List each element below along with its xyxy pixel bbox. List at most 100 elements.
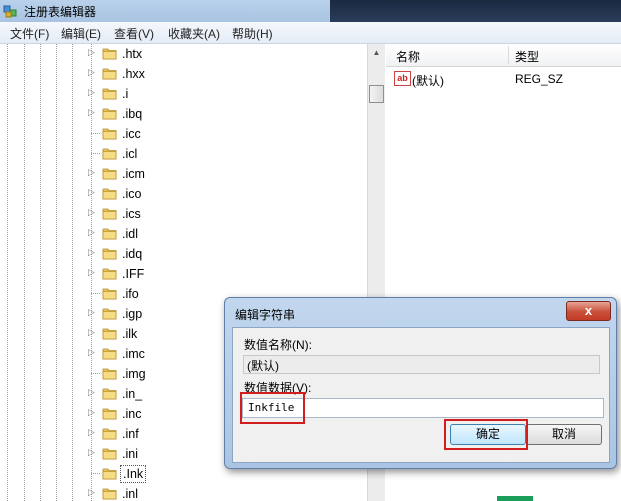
tree-node-label[interactable]: .img <box>122 367 146 381</box>
expand-arrow-icon[interactable]: ▷ <box>88 247 95 258</box>
highlight-box <box>444 419 528 450</box>
tree-node-label[interactable]: .icm <box>122 167 145 181</box>
folder-icon <box>102 468 117 480</box>
value-name-text: (默认) <box>247 359 279 373</box>
tree-node[interactable]: ▷ .icm <box>0 164 360 184</box>
expand-arrow-icon[interactable]: ▷ <box>88 267 95 278</box>
expand-arrow-icon[interactable]: ▷ <box>88 487 95 498</box>
menu-view[interactable]: 查看(V) <box>114 25 154 42</box>
expand-arrow-icon[interactable]: ▷ <box>88 187 95 198</box>
edit-string-dialog: 编辑字符串 x 数值名称(N): (默认) 数值数据(V): Inkfile 确… <box>224 297 617 469</box>
tree-node[interactable]: ▷ .IFF <box>0 264 360 284</box>
folder-icon <box>102 288 117 300</box>
expand-arrow-icon[interactable]: ▷ <box>88 327 95 338</box>
value-name-label: 数值名称(N): <box>244 338 312 352</box>
expand-arrow-icon[interactable]: ▷ <box>88 47 95 58</box>
tree-node[interactable]: ▷ .idq <box>0 244 360 264</box>
column-type-header[interactable]: 类型 <box>515 48 539 65</box>
cancel-button[interactable]: 取消 <box>526 424 602 445</box>
expand-arrow-icon[interactable]: ▷ <box>88 87 95 98</box>
tree-node-label[interactable]: .IFF <box>122 267 144 281</box>
tree-node-label[interactable]: .ico <box>122 187 141 201</box>
tree-node[interactable]: ▷ .inl <box>0 484 360 501</box>
menu-help[interactable]: 帮助(H) <box>232 25 273 42</box>
window-title: 注册表编辑器 <box>24 5 97 19</box>
tree-node-label[interactable]: .idq <box>122 247 142 261</box>
tree-node-label[interactable]: .idl <box>122 227 138 241</box>
tree-node-label[interactable]: .inc <box>122 407 141 421</box>
expand-arrow-icon[interactable]: ▷ <box>88 427 95 438</box>
tree-node[interactable]: ▷ .hxx <box>0 64 360 84</box>
tree-node[interactable]: ▷ .ibq <box>0 104 360 124</box>
tree-node-label[interactable]: .i <box>122 87 128 101</box>
column-name-header[interactable]: 名称 <box>396 48 420 65</box>
tree-node-label[interactable]: .inl <box>122 487 138 501</box>
folder-icon <box>102 148 117 160</box>
tree-node[interactable]: .icl <box>0 144 360 164</box>
tree-node[interactable]: .icc <box>0 124 360 144</box>
expand-arrow-icon[interactable]: ▷ <box>88 227 95 238</box>
tree-node-label[interactable]: .icc <box>122 127 141 141</box>
folder-icon <box>102 108 117 120</box>
value-name[interactable]: (默认) <box>412 72 444 89</box>
menu-edit[interactable]: 编辑(E) <box>61 25 101 42</box>
list-header: 名称 类型 <box>386 44 621 67</box>
tree-node-label[interactable]: .htx <box>122 47 142 61</box>
menu-favorites[interactable]: 收藏夹(A) <box>168 25 220 42</box>
highlight-box <box>240 392 305 424</box>
folder-icon <box>102 48 117 60</box>
background-taskbar-fragment <box>497 496 533 501</box>
regedit-icon <box>3 5 17 18</box>
expand-arrow-icon[interactable]: ▷ <box>88 347 95 358</box>
tree-connector <box>91 153 100 154</box>
tree-node-label[interactable]: .ilk <box>122 327 137 341</box>
folder-icon <box>102 368 117 380</box>
tree-node[interactable]: ▷ .ics <box>0 204 360 224</box>
folder-icon <box>102 208 117 220</box>
tree-node-label[interactable]: .in_ <box>122 387 142 401</box>
folder-icon <box>102 388 117 400</box>
folder-icon <box>102 68 117 80</box>
column-divider[interactable] <box>508 46 509 64</box>
expand-arrow-icon[interactable]: ▷ <box>88 167 95 178</box>
expand-arrow-icon[interactable]: ▷ <box>88 387 95 398</box>
title-bar: 注册表编辑器 <box>0 0 621 22</box>
folder-icon <box>102 228 117 240</box>
background-window <box>330 0 621 22</box>
scroll-up-arrow-icon[interactable]: ▲ <box>369 45 384 60</box>
folder-icon <box>102 248 117 260</box>
tree-node-label[interactable]: .ics <box>122 207 141 221</box>
tree-node-label[interactable]: .hxx <box>122 67 145 81</box>
expand-arrow-icon[interactable]: ▷ <box>88 407 95 418</box>
folder-icon <box>102 168 117 180</box>
tree-node-label[interactable]: .ifo <box>122 287 139 301</box>
expand-arrow-icon[interactable]: ▷ <box>88 107 95 118</box>
expand-arrow-icon[interactable]: ▷ <box>88 67 95 78</box>
tree-node-label[interactable]: .icl <box>122 147 137 161</box>
tree-node-label[interactable]: .imc <box>122 347 145 361</box>
menu-bar: 文件(F) 编辑(E) 查看(V) 收藏夹(A) 帮助(H) <box>0 22 621 44</box>
tree-node-label[interactable]: .igp <box>122 307 142 321</box>
string-value-icon: ab <box>394 71 411 86</box>
tree-node-label[interactable]: .ini <box>122 447 138 461</box>
expand-arrow-icon[interactable]: ▷ <box>88 447 95 458</box>
value-type[interactable]: REG_SZ <box>515 72 563 86</box>
tree-node-label[interactable]: .inf <box>122 427 139 441</box>
folder-icon <box>102 328 117 340</box>
scroll-thumb[interactable] <box>369 85 384 103</box>
expand-arrow-icon[interactable]: ▷ <box>88 307 95 318</box>
folder-icon <box>102 308 117 320</box>
tree-node[interactable]: ▷ .idl <box>0 224 360 244</box>
tree-node-label[interactable]: .ibq <box>122 107 142 121</box>
close-button[interactable]: x <box>566 301 611 321</box>
folder-icon <box>102 188 117 200</box>
folder-icon <box>102 408 117 420</box>
tree-node[interactable]: ▷ .htx <box>0 44 360 64</box>
menu-file[interactable]: 文件(F) <box>10 25 49 42</box>
tree-node-label[interactable]: .Ink <box>120 465 147 483</box>
tree-node[interactable]: ▷ .i <box>0 84 360 104</box>
tree-connector <box>91 133 100 134</box>
tree-node[interactable]: ▷ .ico <box>0 184 360 204</box>
expand-arrow-icon[interactable]: ▷ <box>88 207 95 218</box>
folder-icon <box>102 428 117 440</box>
